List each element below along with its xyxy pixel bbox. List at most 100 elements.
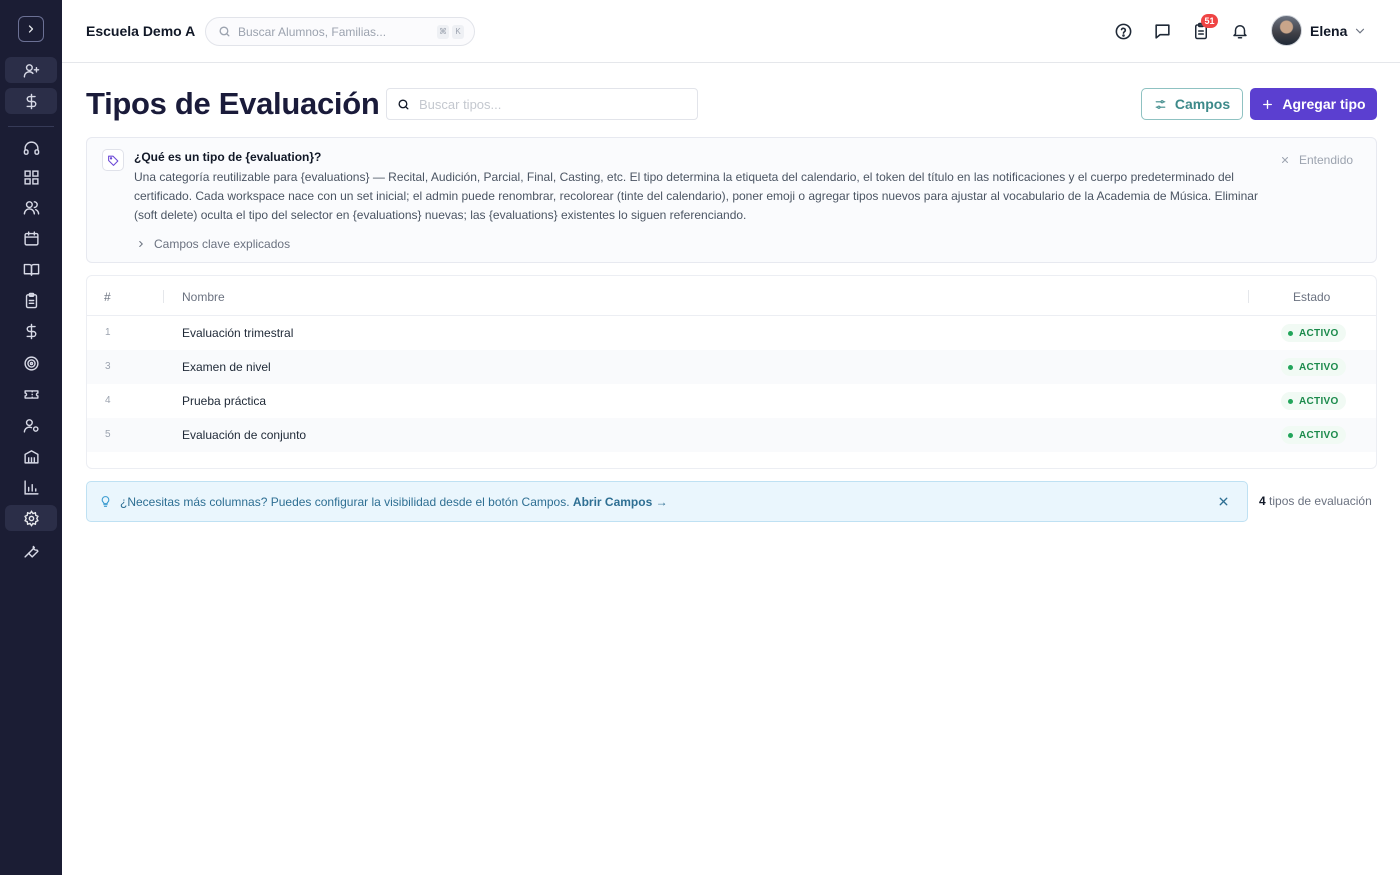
table-row[interactable]: 1 Evaluación trimestral ACTIVO (87, 316, 1376, 350)
status-text: ACTIVO (1299, 327, 1339, 339)
global-search-placeholder: Buscar Alumnos, Familias... (238, 25, 387, 39)
headset-icon (23, 140, 39, 155)
status-badge: ACTIVO (1281, 324, 1346, 342)
status-text: ACTIVO (1299, 429, 1339, 441)
dollar-icon (26, 323, 36, 339)
sidebar-item-goals[interactable] (5, 350, 57, 376)
row-number: 5 (105, 429, 111, 440)
add-type-label: Agregar tipo (1282, 96, 1366, 112)
sidebar-item-support[interactable] (5, 135, 57, 161)
tasks-badge: 51 (1201, 14, 1218, 28)
plus-icon (1263, 99, 1273, 109)
close-icon (1281, 156, 1289, 164)
page-title: Tipos de Evaluación (86, 86, 380, 121)
table-row[interactable]: 3 Examen de nivel ACTIVO (87, 350, 1376, 384)
column-header-status[interactable]: Estado (1293, 290, 1330, 304)
sidebar-item-calendar[interactable] (5, 225, 57, 251)
dollar-icon (26, 93, 36, 109)
info-title: ¿Qué es un tipo de {evaluation}? (134, 150, 322, 164)
status-badge: ACTIVO (1281, 392, 1346, 410)
school-name[interactable]: Escuela Demo A (86, 23, 195, 39)
sidebar-item-dashboard[interactable] (5, 164, 57, 190)
column-resize-handle[interactable] (163, 290, 164, 303)
clipboard-icon (25, 292, 37, 308)
search-icon (398, 99, 409, 110)
sidebar-item-users[interactable] (5, 194, 57, 220)
table-row[interactable]: 4 Prueba práctica ACTIVO (87, 384, 1376, 418)
sidebar-expand-button[interactable] (18, 16, 44, 42)
row-number: 1 (105, 327, 111, 338)
chat-icon (1154, 23, 1170, 39)
ticket-icon (23, 389, 39, 399)
open-campos-link[interactable]: Abrir Campos → (573, 495, 668, 509)
help-button[interactable] (1112, 20, 1134, 42)
type-search-placeholder: Buscar tipos... (419, 97, 502, 112)
row-number: 3 (105, 361, 111, 372)
close-icon[interactable] (1217, 495, 1230, 508)
avatar[interactable] (1271, 15, 1302, 46)
row-name: Prueba práctica (182, 394, 267, 408)
global-search-input[interactable]: Buscar Alumnos, Familias... ⌘ K (205, 17, 475, 46)
column-resize-handle[interactable] (1248, 290, 1249, 303)
sidebar-item-tools[interactable] (5, 537, 57, 563)
gear-icon (23, 509, 39, 527)
lightbulb-icon (101, 496, 110, 507)
sidebar-item-billing[interactable] (5, 88, 57, 114)
user-cog-icon (23, 418, 39, 433)
chevron-right-icon (28, 25, 34, 33)
sidebar-item-add-user[interactable] (5, 57, 57, 83)
chevron-right-icon (139, 240, 143, 248)
messages-button[interactable] (1151, 20, 1173, 42)
dismiss-button[interactable]: Entendido (1280, 153, 1353, 167)
types-table: # Nombre Estado 1 Evaluación trimestral … (86, 275, 1377, 469)
wrench-icon (23, 545, 39, 558)
calendar-icon (23, 230, 39, 246)
campos-button[interactable]: Campos (1141, 88, 1243, 120)
chevron-down-icon[interactable] (1353, 24, 1367, 38)
status-badge: ACTIVO (1281, 358, 1346, 376)
sidebar-item-tickets[interactable] (5, 381, 57, 407)
help-circle-icon (1115, 23, 1131, 39)
table-header: # Nombre Estado (87, 276, 1376, 316)
table-row[interactable]: 5 Evaluación de conjunto ACTIVO (87, 418, 1376, 452)
tip-text-wrap: ¿Necesitas más columnas? Puedes configur… (120, 495, 668, 509)
type-search-input[interactable]: Buscar tipos... (386, 88, 698, 120)
column-header-num[interactable]: # (104, 290, 111, 304)
user-plus-icon (23, 63, 39, 78)
bar-chart-icon (23, 479, 39, 495)
types-count-label: tipos de evaluación (1269, 494, 1372, 508)
campos-label: Campos (1174, 96, 1231, 112)
types-count-number: 4 (1259, 494, 1266, 508)
notifications-button[interactable] (1229, 20, 1251, 42)
tag-icon (102, 149, 124, 171)
types-count: 4 tipos de evaluación (1259, 494, 1372, 508)
status-text: ACTIVO (1299, 361, 1339, 373)
add-type-button[interactable]: Agregar tipo (1250, 88, 1377, 120)
search-icon (219, 26, 230, 37)
row-number: 4 (105, 395, 111, 406)
status-badge: ACTIVO (1281, 426, 1346, 444)
sidebar-item-payments[interactable] (5, 318, 57, 344)
topbar: Escuela Demo A Buscar Alumnos, Familias.… (62, 0, 1400, 63)
row-name: Examen de nivel (182, 360, 271, 374)
sidebar-item-courses[interactable] (5, 256, 57, 282)
sidebar (0, 0, 62, 875)
sidebar-item-reports[interactable] (5, 474, 57, 500)
key-fields-toggle[interactable]: Campos clave explicados (136, 237, 290, 251)
book-open-icon (23, 263, 39, 276)
target-icon (23, 355, 39, 371)
user-name[interactable]: Elena (1310, 23, 1347, 39)
sidebar-item-locations[interactable] (5, 443, 57, 469)
sidebar-item-staff[interactable] (5, 412, 57, 438)
sidebar-divider (8, 126, 54, 127)
sidebar-item-evaluations[interactable] (5, 287, 57, 313)
tip-message: ¿Necesitas más columnas? Puedes configur… (120, 495, 570, 509)
bell-icon (1233, 25, 1247, 39)
sidebar-item-settings[interactable] (5, 505, 57, 531)
kbd-cmd: ⌘ (437, 25, 449, 39)
dismiss-label: Entendido (1299, 153, 1354, 167)
kbd-k: K (452, 25, 464, 39)
column-header-name[interactable]: Nombre (182, 290, 225, 304)
row-name: Evaluación trimestral (182, 326, 294, 340)
key-fields-label: Campos clave explicados (154, 237, 291, 251)
